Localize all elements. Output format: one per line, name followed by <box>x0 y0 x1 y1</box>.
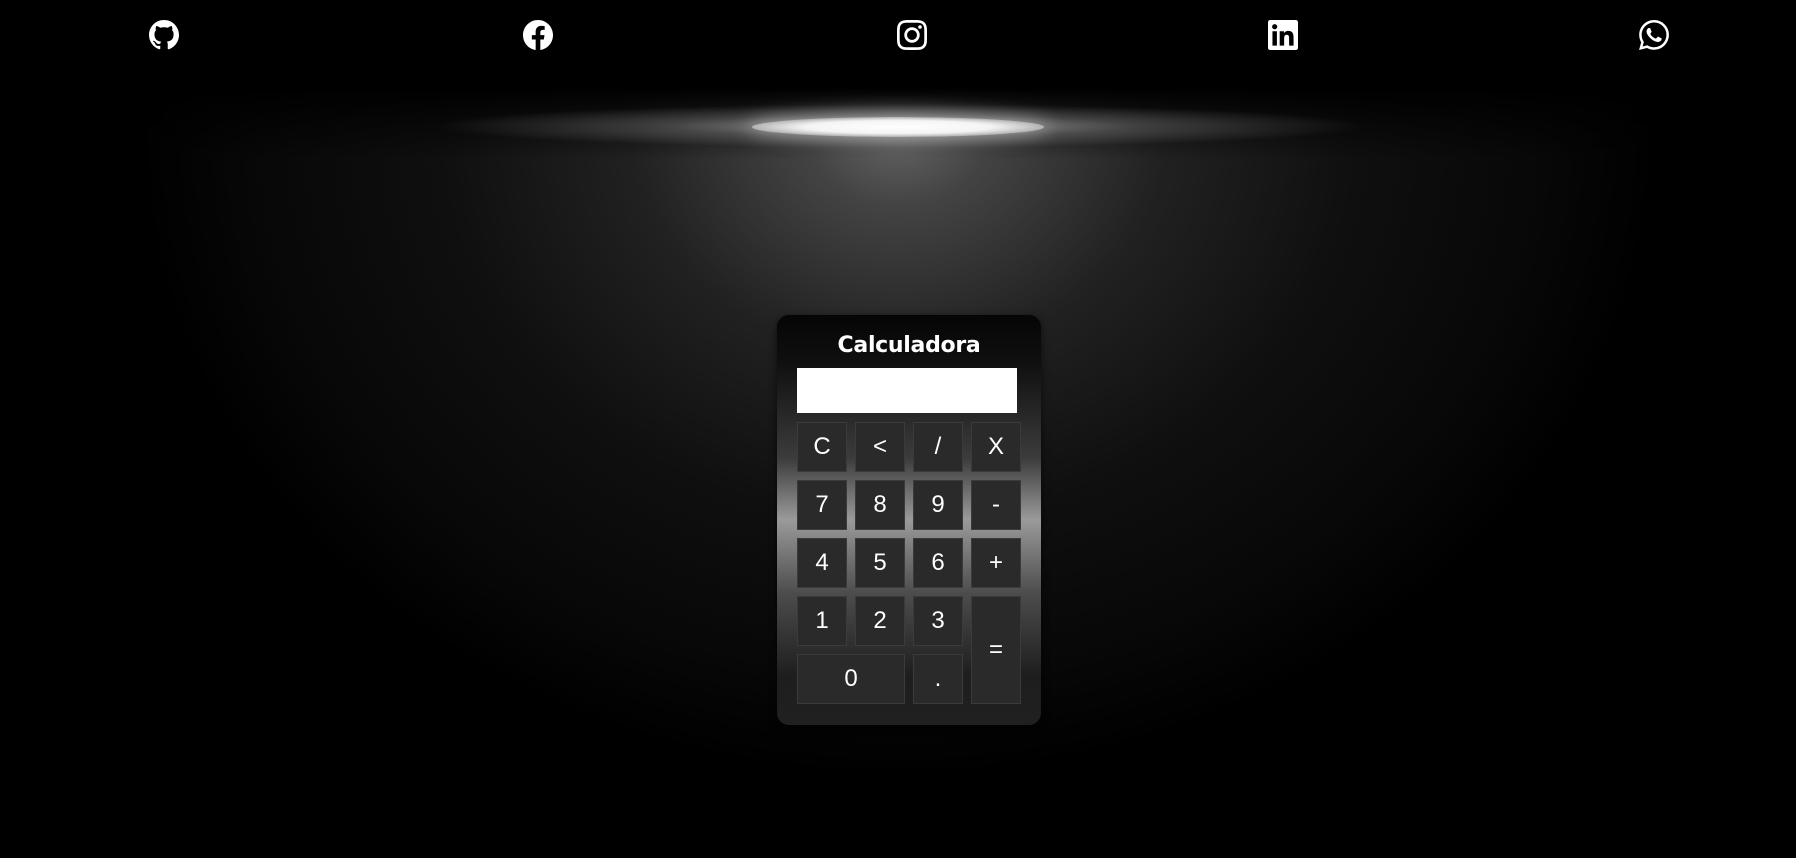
digit-2-button[interactable]: 2 <box>855 596 905 646</box>
backspace-button[interactable]: < <box>855 422 905 472</box>
facebook-icon <box>523 20 553 50</box>
digit-3-button[interactable]: 3 <box>913 596 963 646</box>
whatsapp-icon <box>1639 20 1669 50</box>
multiply-button[interactable]: X <box>971 422 1021 472</box>
divide-button[interactable]: / <box>913 422 963 472</box>
digit-0-button[interactable]: 0 <box>797 654 905 704</box>
digit-9-button[interactable]: 9 <box>913 480 963 530</box>
add-button[interactable]: + <box>971 538 1021 588</box>
digit-5-button[interactable]: 5 <box>855 538 905 588</box>
github-link[interactable] <box>147 18 181 52</box>
facebook-link[interactable] <box>521 18 555 52</box>
digit-8-button[interactable]: 8 <box>855 480 905 530</box>
page-background: Calculadora C < / X 7 8 9 - 4 5 6 + 1 2 … <box>0 0 1796 858</box>
social-nav <box>0 18 1796 54</box>
digit-7-button[interactable]: 7 <box>797 480 847 530</box>
digit-4-button[interactable]: 4 <box>797 538 847 588</box>
instagram-icon <box>897 20 927 50</box>
decimal-button[interactable]: . <box>913 654 963 704</box>
calculator: Calculadora C < / X 7 8 9 - 4 5 6 + 1 2 … <box>777 315 1041 725</box>
clear-button[interactable]: C <box>797 422 847 472</box>
digit-6-button[interactable]: 6 <box>913 538 963 588</box>
whatsapp-link[interactable] <box>1637 18 1671 52</box>
linkedin-icon <box>1268 20 1298 50</box>
digit-1-button[interactable]: 1 <box>797 596 847 646</box>
spotlight-lamp <box>752 117 1044 137</box>
instagram-link[interactable] <box>895 18 929 52</box>
calculator-title: Calculadora <box>837 333 981 358</box>
github-icon <box>149 20 179 50</box>
equals-button[interactable]: = <box>971 596 1021 704</box>
subtract-button[interactable]: - <box>971 480 1021 530</box>
calculator-display[interactable] <box>797 368 1017 413</box>
linkedin-link[interactable] <box>1266 18 1300 52</box>
